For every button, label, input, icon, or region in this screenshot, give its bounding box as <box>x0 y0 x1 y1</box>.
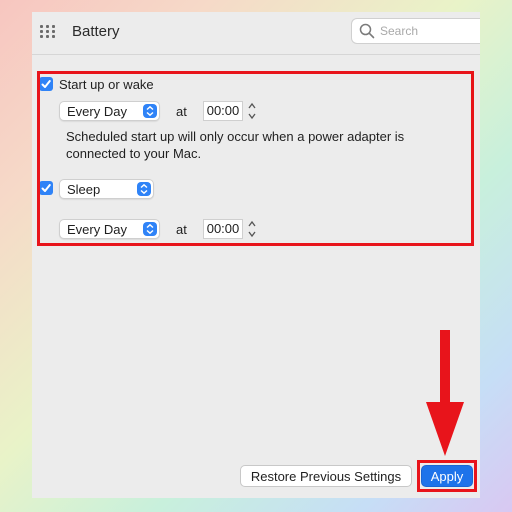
checkmark-icon <box>41 80 51 88</box>
search-field[interactable] <box>351 18 480 44</box>
startup-at-label: at <box>176 104 187 119</box>
red-arrow-icon <box>426 330 464 456</box>
startup-label: Start up or wake <box>59 77 154 92</box>
sleep-day-value: Every Day <box>67 222 127 237</box>
startup-time-stepper[interactable] <box>246 100 258 122</box>
sleep-action-select[interactable]: Sleep <box>59 179 154 199</box>
sleep-at-label: at <box>176 222 187 237</box>
chevron-updown-icon <box>137 182 151 196</box>
title-bar: Battery <box>32 12 480 55</box>
show-all-grid-icon[interactable] <box>40 25 58 39</box>
checkmark-icon <box>41 184 51 192</box>
search-icon <box>359 23 375 39</box>
search-input[interactable] <box>380 23 476 39</box>
startup-day-value: Every Day <box>67 104 127 119</box>
apply-button[interactable]: Apply <box>421 465 473 487</box>
sleep-time-field[interactable]: 00:00 <box>203 219 243 239</box>
startup-note-line-2: connected to your Mac. <box>66 146 202 161</box>
startup-time-field[interactable]: 00:00 <box>203 101 243 121</box>
startup-note: Scheduled start up will only occur when … <box>66 128 446 162</box>
chevron-updown-icon <box>143 222 157 236</box>
startup-day-select[interactable]: Every Day <box>59 101 160 121</box>
window-title: Battery <box>72 23 120 40</box>
restore-previous-settings-button[interactable]: Restore Previous Settings <box>240 465 412 487</box>
sleep-time-stepper[interactable] <box>246 218 258 240</box>
chevron-updown-icon <box>143 104 157 118</box>
sleep-checkbox[interactable] <box>39 181 53 195</box>
sleep-action-value: Sleep <box>67 182 101 197</box>
sleep-day-select[interactable]: Every Day <box>59 219 160 239</box>
startup-note-line-1: Scheduled start up will only occur when … <box>66 129 405 144</box>
startup-checkbox[interactable] <box>39 77 53 91</box>
